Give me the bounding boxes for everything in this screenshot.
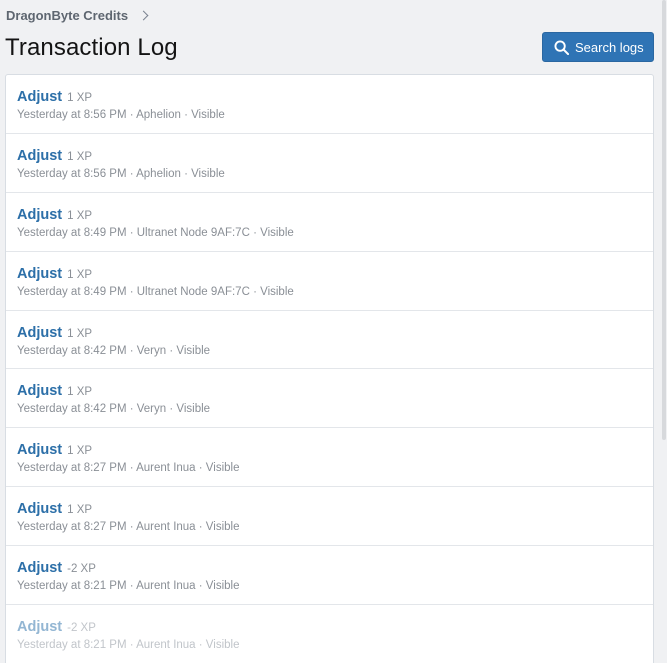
transaction-action-link[interactable]: Adjust xyxy=(17,266,62,282)
transaction-action-link[interactable]: Adjust xyxy=(17,560,62,576)
transaction-meta: Yesterday at 8:27 PM · Aurent Inua · Vis… xyxy=(17,462,240,475)
list-item: Adjust 1 XP Yesterday at 8:42 PM · Veryn… xyxy=(6,311,653,370)
transaction-amount: 1 XP xyxy=(67,209,93,222)
transaction-amount: 1 XP xyxy=(67,504,93,517)
transaction-amount: 1 XP xyxy=(67,268,93,281)
chevron-right-icon xyxy=(138,10,149,21)
transaction-action-link[interactable]: Adjust xyxy=(17,89,62,105)
transaction-meta: Yesterday at 8:42 PM · Veryn · Visible xyxy=(17,344,211,357)
transaction-meta: Yesterday at 8:21 PM · Aurent Inua · Vis… xyxy=(17,639,240,652)
list-item: Adjust -2 XP Yesterday at 8:21 PM · Aure… xyxy=(6,546,653,606)
transaction-meta: Yesterday at 8:56 PM · Aphelion · Visibl… xyxy=(17,167,225,180)
list-item: Adjust 1 XP Yesterday at 8:42 PM · Veryn… xyxy=(6,369,653,429)
search-logs-label: Search logs xyxy=(575,39,644,55)
transaction-action-link[interactable]: Adjust xyxy=(17,207,62,223)
page-title: Transaction Log xyxy=(5,34,178,61)
transaction-action-link[interactable]: Adjust xyxy=(17,442,62,458)
list-item: Adjust 1 XP Yesterday at 8:27 PM · Auren… xyxy=(6,487,653,547)
breadcrumb[interactable]: DragonByte Credits xyxy=(6,8,149,23)
list-item: Adjust 1 XP Yesterday at 8:49 PM · Ultra… xyxy=(6,193,653,252)
transaction-action-link[interactable]: Adjust xyxy=(17,619,62,635)
list-item: Adjust 1 XP Yesterday at 8:56 PM · Aphel… xyxy=(6,134,653,193)
transaction-action-link[interactable]: Adjust xyxy=(17,383,62,399)
transaction-amount: 1 XP xyxy=(67,92,93,104)
transaction-list: Adjust 1 XP Yesterday at 8:56 PM · Aphel… xyxy=(5,74,654,663)
search-logs-button[interactable]: Search logs xyxy=(542,32,654,62)
transaction-action-link[interactable]: Adjust xyxy=(17,148,62,164)
transaction-meta: Yesterday at 8:56 PM · Aphelion · Visibl… xyxy=(17,109,225,121)
transaction-meta: Yesterday at 8:49 PM · Ultranet Node 9AF… xyxy=(17,285,294,298)
transaction-amount: 1 XP xyxy=(67,150,93,163)
search-icon xyxy=(554,39,569,55)
list-item: Adjust 1 XP Yesterday at 8:49 PM · Ultra… xyxy=(6,252,653,311)
transaction-amount: -2 XP xyxy=(67,622,96,635)
transaction-action-link[interactable]: Adjust xyxy=(17,325,62,341)
list-item: Adjust 1 XP Yesterday at 8:56 PM · Aphel… xyxy=(6,75,653,134)
list-item: Adjust 1 XP Yesterday at 8:27 PM · Auren… xyxy=(6,428,653,488)
transaction-amount: 1 XP xyxy=(67,445,93,458)
list-item: Adjust -2 XP Yesterday at 8:21 PM · Aure… xyxy=(6,605,653,663)
scrollbar[interactable] xyxy=(662,0,666,440)
page: DragonByte Credits Transaction Log Searc… xyxy=(0,0,667,663)
transaction-meta: Yesterday at 8:42 PM · Veryn · Visible xyxy=(17,403,211,416)
transaction-amount: 1 XP xyxy=(67,327,93,340)
breadcrumb-item-dragonbyte-credits[interactable]: DragonByte Credits xyxy=(6,8,128,23)
transaction-amount: 1 XP xyxy=(67,386,93,399)
transaction-meta: Yesterday at 8:49 PM · Ultranet Node 9AF… xyxy=(17,226,294,239)
transaction-action-link[interactable]: Adjust xyxy=(17,501,62,517)
transaction-meta: Yesterday at 8:27 PM · Aurent Inua · Vis… xyxy=(17,521,240,534)
transaction-meta: Yesterday at 8:21 PM · Aurent Inua · Vis… xyxy=(17,580,240,593)
transaction-amount: -2 XP xyxy=(67,563,96,576)
